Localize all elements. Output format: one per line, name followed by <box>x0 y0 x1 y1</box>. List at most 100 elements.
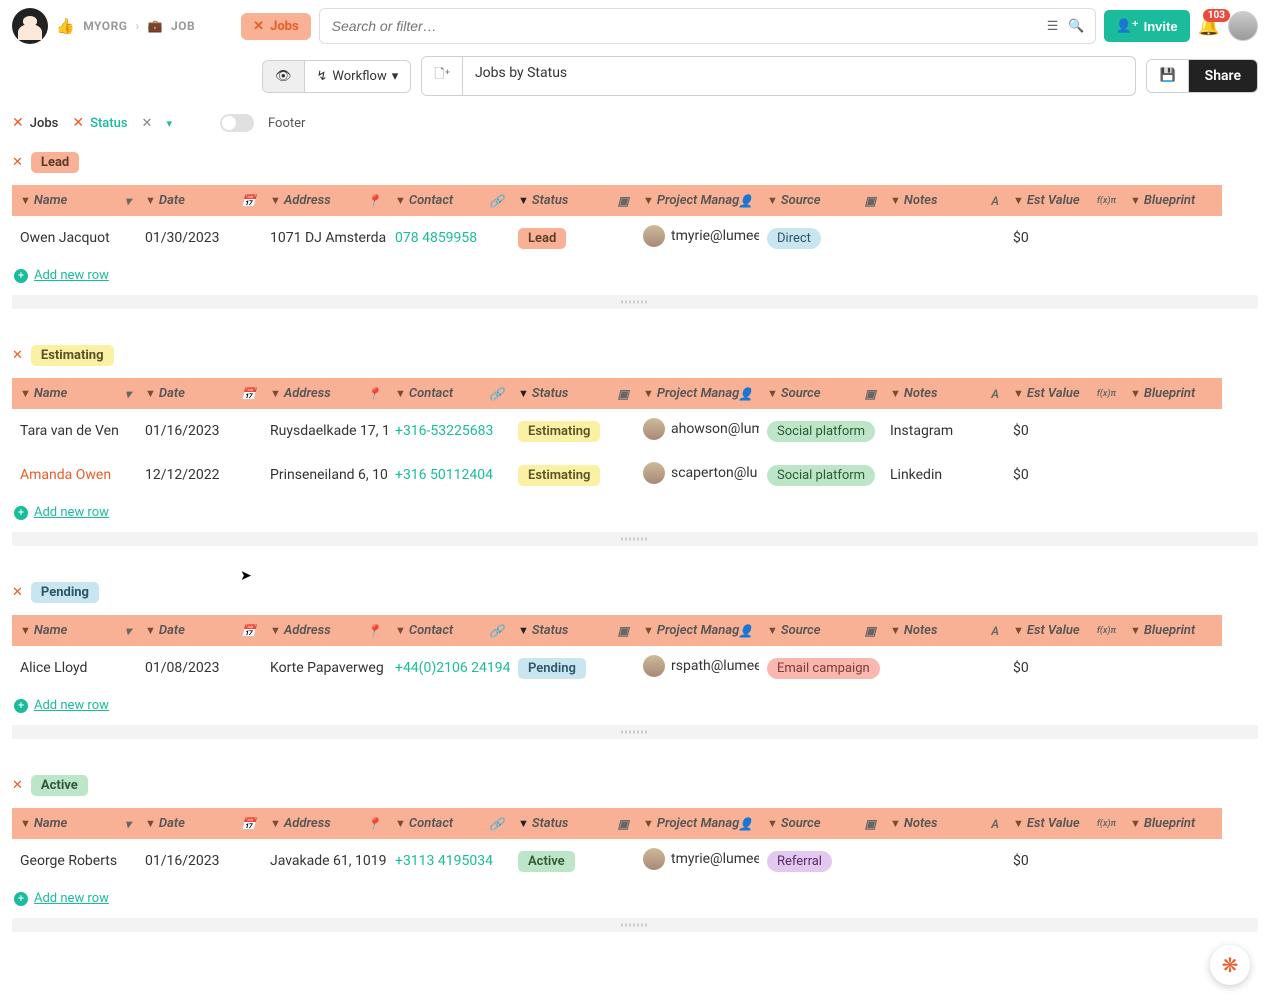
view-title[interactable]: Jobs by Status <box>463 57 1136 95</box>
add-row-button[interactable]: + Add new row <box>0 883 123 914</box>
col-status[interactable]: ▼Status▣ <box>510 378 635 409</box>
cell-status[interactable]: Pending <box>510 646 635 690</box>
col-source[interactable]: ▼Source▣ <box>759 615 882 646</box>
cell-contact[interactable]: +44(0)2106 24194 <box>387 646 510 690</box>
table-row[interactable]: Tara van de Ven 01/16/2023 Ruysdaelkade … <box>12 409 1222 453</box>
col-address[interactable]: ▼Address📍 <box>262 808 387 839</box>
col-source[interactable]: ▼Source▣ <box>759 808 882 839</box>
add-row-link[interactable]: Add new row <box>34 505 109 520</box>
col-blueprint[interactable]: ▼Blueprint <box>1122 185 1222 216</box>
table-row[interactable]: Alice Lloyd 01/08/2023 Korte Papaverweg … <box>12 646 1222 690</box>
col-notes[interactable]: ▼NotesA <box>882 378 1005 409</box>
col-contact[interactable]: ▼Contact🔗 <box>387 378 510 409</box>
group-resize-handle[interactable] <box>12 295 1258 309</box>
cell-blueprint[interactable] <box>1122 839 1222 883</box>
filter-jobs[interactable]: ✕Jobs <box>12 115 58 131</box>
col-source[interactable]: ▼Source▣ <box>759 378 882 409</box>
cell-name[interactable]: George Roberts <box>12 839 137 883</box>
footer-toggle[interactable] <box>220 114 254 132</box>
cell-source[interactable]: Direct <box>759 216 882 260</box>
col-status[interactable]: ▼Status▣ <box>510 185 635 216</box>
filter-chevron-down-icon[interactable]: ▾ <box>166 117 172 130</box>
col-blueprint[interactable]: ▼Blueprint <box>1122 615 1222 646</box>
filter-status[interactable]: ✕Status <box>72 115 127 131</box>
add-row-link[interactable]: Add new row <box>34 268 109 283</box>
col-status[interactable]: ▼Status▣ <box>510 808 635 839</box>
col-date[interactable]: ▼Date📅 <box>137 378 262 409</box>
eye-button[interactable]: 👁 <box>263 61 305 92</box>
col-blueprint[interactable]: ▼Blueprint <box>1122 808 1222 839</box>
add-row-button[interactable]: + Add new row <box>0 260 123 291</box>
cell-blueprint[interactable] <box>1122 646 1222 690</box>
col-date[interactable]: ▼Date📅 <box>137 185 262 216</box>
cell-notes[interactable] <box>882 216 1005 260</box>
col-blueprint[interactable]: ▼Blueprint <box>1122 378 1222 409</box>
save-button[interactable]: 💾 <box>1147 60 1188 92</box>
cell-pm[interactable]: tmyrie@lumee <box>635 216 759 260</box>
cell-notes[interactable]: Instagram <box>882 409 1005 453</box>
col-est[interactable]: ▼Est Valuef(x)π <box>1005 615 1122 646</box>
col-contact[interactable]: ▼Contact🔗 <box>387 185 510 216</box>
cell-address[interactable]: Korte Papaverweg <box>262 646 387 690</box>
cell-est[interactable]: $0 <box>1005 216 1122 260</box>
col-pm[interactable]: ▼Project Manag👤 <box>635 808 759 839</box>
cell-source[interactable]: Social platform <box>759 453 882 497</box>
cell-contact[interactable]: +316 50112404 <box>387 453 510 497</box>
app-logo[interactable] <box>12 8 48 44</box>
workflow-button[interactable]: ↯ Workflow ▾ <box>305 61 411 92</box>
cell-address[interactable]: 1071 DJ Amsterdam <box>262 216 387 260</box>
breadcrumb-org[interactable]: MYORG <box>83 19 127 33</box>
col-notes[interactable]: ▼NotesA <box>882 808 1005 839</box>
notifications-button[interactable]: 🔔103 <box>1198 16 1220 37</box>
cell-est[interactable]: $0 <box>1005 409 1122 453</box>
col-address[interactable]: ▼Address📍 <box>262 185 387 216</box>
group-resize-handle[interactable] <box>12 725 1258 739</box>
cell-blueprint[interactable] <box>1122 216 1222 260</box>
col-notes[interactable]: ▼NotesA <box>882 615 1005 646</box>
cell-name[interactable]: Alice Lloyd <box>12 646 137 690</box>
add-row-button[interactable]: + Add new row <box>0 497 123 528</box>
cell-pm[interactable]: ahowson@lum <box>635 409 759 453</box>
cell-status[interactable]: Lead <box>510 216 635 260</box>
group-header[interactable]: ✕ Active <box>0 769 100 802</box>
col-est[interactable]: ▼Est Valuef(x)π <box>1005 808 1122 839</box>
col-pm[interactable]: ▼Project Manag👤 <box>635 615 759 646</box>
cell-contact[interactable]: 078 4859958 <box>387 216 510 260</box>
group-header[interactable]: ✕ Estimating <box>0 339 126 372</box>
user-avatar[interactable] <box>1228 11 1258 41</box>
invite-button[interactable]: 👤⁺ + InviteInvite <box>1104 10 1190 42</box>
cell-source[interactable]: Social platform <box>759 409 882 453</box>
add-row-link[interactable]: Add new row <box>34 891 109 906</box>
cell-date[interactable]: 01/16/2023 <box>137 839 262 883</box>
col-pm[interactable]: ▼Project Manag👤 <box>635 185 759 216</box>
cell-date[interactable]: 12/12/2022 <box>137 453 262 497</box>
cell-pm[interactable]: scaperton@lu <box>635 453 759 497</box>
table-row[interactable]: George Roberts 01/16/2023 Javakade 61, 1… <box>12 839 1222 883</box>
col-date[interactable]: ▼Date📅 <box>137 808 262 839</box>
cell-notes[interactable] <box>882 839 1005 883</box>
cell-blueprint[interactable] <box>1122 409 1222 453</box>
jobs-chip[interactable]: ✕ Jobs <box>241 13 311 40</box>
col-est[interactable]: ▼Est Valuef(x)π <box>1005 378 1122 409</box>
col-source[interactable]: ▼Source▣ <box>759 185 882 216</box>
col-date[interactable]: ▼Date📅 <box>137 615 262 646</box>
cell-notes[interactable]: Linkedin <box>882 453 1005 497</box>
col-name[interactable]: ▼Name▾ <box>12 615 137 646</box>
cell-name[interactable]: Owen Jacquot <box>12 216 137 260</box>
col-name[interactable]: ▼Name▾ <box>12 185 137 216</box>
cell-address[interactable]: Prinseneiland 6, 10 <box>262 453 387 497</box>
cell-contact[interactable]: +316-53225683 <box>387 409 510 453</box>
col-contact[interactable]: ▼Contact🔗 <box>387 615 510 646</box>
cell-source[interactable]: Referral <box>759 839 882 883</box>
col-notes[interactable]: ▼NotesA <box>882 185 1005 216</box>
cell-notes[interactable] <box>882 646 1005 690</box>
cell-status[interactable]: Estimating <box>510 453 635 497</box>
table-row[interactable]: Amanda Owen 12/12/2022 Prinseneiland 6, … <box>12 453 1222 497</box>
group-header[interactable]: ✕ Lead <box>0 146 91 179</box>
add-row-button[interactable]: + Add new row <box>0 690 123 721</box>
col-address[interactable]: ▼Address📍 <box>262 615 387 646</box>
help-bubble[interactable]: ❋ <box>1210 945 1250 985</box>
search-icon[interactable]: 🔍 <box>1068 19 1084 34</box>
cell-source[interactable]: Email campaign <box>759 646 882 690</box>
cell-contact[interactable]: +3113 4195034 <box>387 839 510 883</box>
